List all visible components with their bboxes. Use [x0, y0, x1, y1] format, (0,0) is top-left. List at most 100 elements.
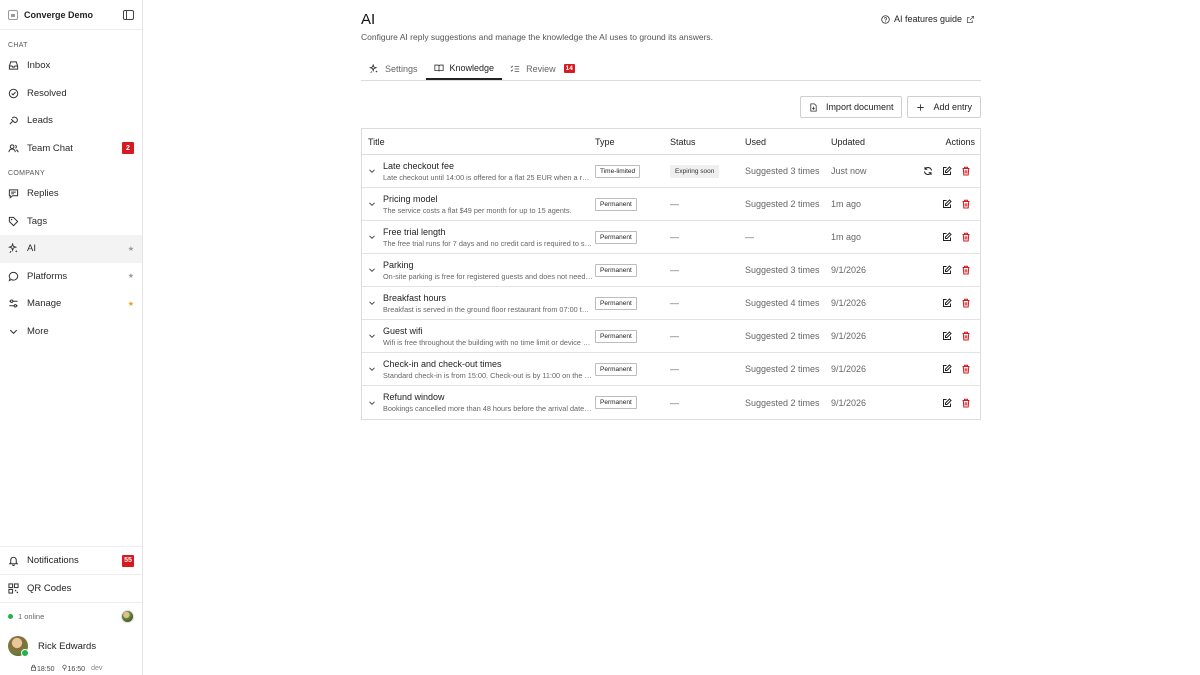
table-row[interactable]: Pricing model The service costs a flat $4…: [362, 188, 980, 221]
delete-icon[interactable]: [961, 265, 971, 275]
qr-codes-label: QR Codes: [27, 583, 72, 594]
workspace-logo-icon: [8, 9, 18, 20]
table-row[interactable]: Breakfast hours Breakfast is served in th…: [362, 287, 980, 320]
meta-row: 18:50 16:50 dev: [0, 662, 142, 675]
chevron-down-icon[interactable]: [368, 399, 376, 407]
cell-type: Time-limited: [595, 164, 670, 178]
edit-icon[interactable]: [942, 397, 952, 408]
cell-used: Suggested 3 times: [745, 166, 820, 176]
sidebar-item-team-chat[interactable]: Team Chat 2: [0, 135, 142, 163]
chevron-down-icon[interactable]: [368, 233, 376, 241]
refresh-icon[interactable]: [923, 166, 933, 176]
qr-codes-item[interactable]: QR Codes: [0, 574, 142, 602]
delete-icon[interactable]: [961, 199, 971, 209]
chevron-down-icon[interactable]: [368, 266, 376, 274]
sidebar-item-resolved[interactable]: Resolved: [0, 80, 142, 108]
cell-status: —: [670, 364, 745, 374]
cell-status: —: [670, 298, 745, 308]
user-name: Rick Edwards: [38, 640, 97, 652]
table-row[interactable]: Parking On-site parking is free for regis…: [362, 254, 980, 287]
edit-icon[interactable]: [942, 331, 952, 341]
status-empty: —: [670, 232, 679, 242]
chevron-down-icon[interactable]: [368, 365, 376, 373]
add-entry-button[interactable]: Add entry: [907, 96, 981, 118]
cell-actions: [904, 232, 980, 242]
header-status: Status: [670, 136, 696, 147]
delete-icon[interactable]: [961, 398, 971, 408]
notifications-item[interactable]: Notifications 55: [0, 546, 142, 574]
type-badge: Time-limited: [595, 164, 641, 178]
sparkle-icon: [8, 243, 19, 254]
edit-icon[interactable]: [942, 232, 952, 242]
chevron-down-icon[interactable]: [368, 299, 376, 307]
cell-updated: 9/1/2026: [831, 331, 867, 341]
ai-guide-link[interactable]: AI features guide: [881, 14, 975, 24]
table-row[interactable]: Refund window Bookings cancelled more tha…: [362, 386, 980, 419]
title-block: Pricing model The service costs a flat $4…: [383, 194, 593, 215]
sidebar-item-leads[interactable]: Leads: [0, 107, 142, 135]
table-row[interactable]: Check-in and check-out times Standard che…: [362, 353, 980, 386]
table-row[interactable]: Guest wifi Wifi is free throughout the bu…: [362, 320, 980, 353]
entry-description: The service costs a flat $49 per month f…: [383, 205, 572, 215]
entry-title: Free trial length: [383, 226, 446, 237]
tab-label: Knowledge: [449, 62, 495, 73]
tag-icon: [8, 216, 19, 227]
type-badge: Permanent: [595, 396, 637, 409]
sidebar-item-ai[interactable]: AI ★: [0, 235, 142, 263]
cell-title: Check-in and check-out times Standard che…: [362, 359, 595, 380]
sidebar-item-platforms[interactable]: Platforms ★: [0, 263, 142, 291]
sidebar-item-tags[interactable]: Tags: [0, 208, 142, 236]
guide-link-label: AI features guide: [893, 14, 962, 24]
table-row[interactable]: Free trial length The free trial runs for…: [362, 221, 980, 254]
cell-updated: 9/1/2026: [831, 364, 867, 374]
sidebar-toggle-icon[interactable]: [123, 9, 134, 20]
current-user[interactable]: Rick Edwards: [0, 630, 142, 662]
edit-icon[interactable]: [942, 364, 952, 374]
entry-description: On-site parking is free for registered g…: [383, 271, 593, 281]
chevron-down-icon[interactable]: [368, 200, 376, 208]
chevron-down-icon[interactable]: [368, 332, 376, 340]
cell-used: Suggested 4 times: [745, 298, 820, 308]
status-empty: —: [670, 298, 679, 308]
status-empty: —: [670, 331, 679, 341]
workspace-header[interactable]: Converge Demo: [0, 0, 142, 30]
delete-icon[interactable]: [961, 232, 971, 242]
cell-actions: [904, 166, 980, 176]
title-block: Check-in and check-out times Standard che…: [383, 359, 593, 380]
entry-description: Late checkout until 14:00 is offered for…: [383, 172, 593, 182]
sidebar-item-label: Leads: [27, 115, 53, 127]
cell-type: Permanent: [595, 296, 670, 310]
edit-icon[interactable]: [942, 265, 952, 275]
edit-icon[interactable]: [942, 199, 952, 209]
check-circle-icon: [8, 88, 19, 99]
sidebar-item-manage[interactable]: Manage ★: [0, 290, 142, 318]
cell-type: Permanent: [595, 362, 670, 376]
edit-icon[interactable]: [942, 166, 952, 176]
delete-icon[interactable]: [961, 298, 971, 308]
sidebar-item-label: More: [27, 325, 49, 337]
status-empty: —: [670, 364, 679, 374]
delete-icon[interactable]: [961, 331, 971, 341]
sidebar-item-inbox[interactable]: Inbox: [0, 52, 142, 80]
chevron-down-icon[interactable]: [368, 167, 376, 175]
sidebar-item-more[interactable]: More: [0, 318, 142, 346]
tab-settings[interactable]: Settings: [361, 57, 426, 80]
delete-icon[interactable]: [961, 166, 971, 176]
table-row[interactable]: Late checkout fee Late checkout until 14:…: [362, 155, 980, 188]
title-block: Free trial length The free trial runs for…: [383, 227, 593, 248]
sidebar-item-replies[interactable]: Replies: [0, 180, 142, 208]
page-subtitle: Configure AI reply suggestions and manag…: [361, 32, 714, 42]
delete-icon[interactable]: [961, 364, 971, 374]
cell-used: Suggested 2 times: [745, 331, 820, 341]
online-status[interactable]: 1 online: [0, 602, 142, 630]
edit-icon[interactable]: [942, 298, 952, 308]
main-area: AI Configure AI reply suggestions and ma…: [143, 0, 1200, 675]
chevron-down-icon: [8, 326, 19, 337]
import-document-button[interactable]: Import document: [799, 96, 903, 118]
tab-review[interactable]: Review 14: [502, 57, 583, 80]
sidebar-item-label: Inbox: [27, 60, 51, 72]
tab-knowledge[interactable]: Knowledge: [425, 57, 503, 80]
online-user-avatar[interactable]: [121, 610, 134, 623]
table-header: Title Type Status Used Updated Actions: [362, 129, 980, 155]
plus-icon: [917, 103, 925, 111]
